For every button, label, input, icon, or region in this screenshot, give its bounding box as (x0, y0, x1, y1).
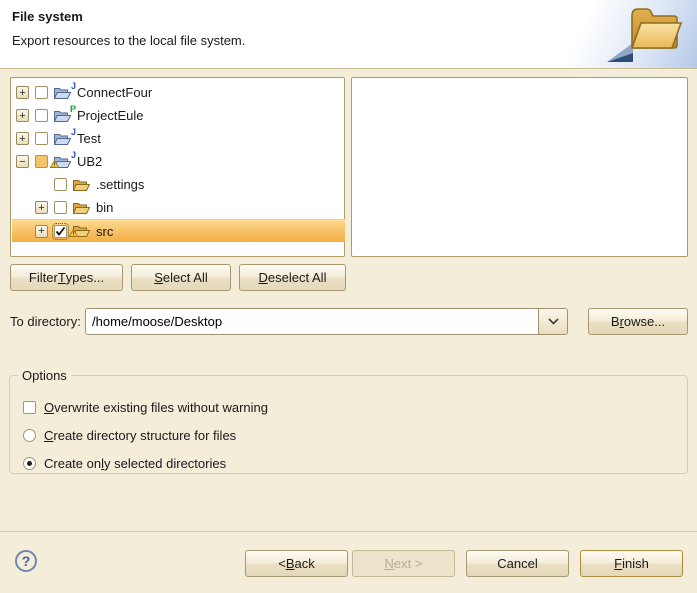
deselect-all-button[interactable]: Deselect All (239, 264, 346, 291)
tree-item-bin[interactable]: + bin (12, 196, 345, 219)
selection-button-row: Filter Types... Select All Deselect All (10, 264, 346, 291)
footer-divider (0, 531, 697, 532)
file-list-panel[interactable] (351, 77, 688, 257)
project-folder-icon: J (54, 132, 71, 146)
resource-tree[interactable]: +JConnectFour+PProjectEule+JTest−JUB2+.s… (10, 77, 345, 257)
directory-combo (85, 308, 568, 335)
folder-icon (73, 201, 90, 215)
tree-item-label: bin (96, 200, 113, 215)
checkbox-icon[interactable] (23, 401, 36, 414)
tree-item-ub2[interactable]: −JUB2 (12, 150, 345, 173)
back-button[interactable]: < Back (245, 550, 348, 577)
project-badge-icon: J (71, 81, 76, 91)
project-badge-icon: J (71, 150, 76, 160)
overwrite-checkbox[interactable]: Overwrite existing files without warning (23, 397, 268, 417)
tree-item-checkbox[interactable] (35, 86, 48, 99)
directory-input[interactable] (86, 309, 538, 334)
wizard-header: File system Export resources to the loca… (0, 0, 697, 69)
options-group: Options Overwrite existing files without… (9, 368, 688, 474)
project-folder-icon: P (54, 109, 71, 123)
tree-item-checkbox[interactable] (54, 225, 67, 238)
project-badge-icon: P (70, 104, 76, 114)
open-folder-icon (622, 4, 684, 52)
browse-button[interactable]: Browse... (588, 308, 688, 335)
radio-icon[interactable] (23, 429, 36, 442)
finish-button[interactable]: Finish (580, 550, 683, 577)
tree-item-label: .settings (96, 177, 144, 192)
expand-icon[interactable]: + (16, 109, 29, 122)
combo-dropdown-button[interactable] (538, 309, 567, 334)
expand-icon[interactable]: + (16, 86, 29, 99)
tree-item-checkbox[interactable] (54, 201, 67, 214)
create-selected-radio[interactable]: Create only selected directories (23, 453, 226, 473)
page-title: File system (12, 9, 83, 24)
tree-item-label: UB2 (77, 154, 102, 169)
tree-item-label: Test (77, 131, 101, 146)
filter-types-button[interactable]: Filter Types... (10, 264, 123, 291)
tree-item-label: ProjectEule (77, 108, 143, 123)
tree-item-projecteule[interactable]: +PProjectEule (12, 104, 345, 127)
tree-item-checkbox[interactable] (35, 109, 48, 122)
create-structure-radio[interactable]: Create directory structure for files (23, 425, 236, 445)
warning-icon (69, 225, 78, 240)
project-badge-icon: J (71, 127, 76, 137)
project-folder-icon: J (54, 86, 71, 100)
tree-item-src[interactable]: + src (12, 219, 345, 242)
wizard-button-bar: < BackNext > Cancel Finish (245, 550, 683, 577)
expand-icon[interactable]: + (35, 201, 48, 214)
radio-icon[interactable] (23, 457, 36, 470)
folder-icon (73, 178, 90, 192)
tree-item-label: src (96, 224, 113, 239)
tree-item-connectfour[interactable]: +JConnectFour (12, 81, 345, 104)
chevron-down-icon (548, 318, 559, 325)
tree-item-test[interactable]: +JTest (12, 127, 345, 150)
tree-item-checkbox[interactable] (35, 155, 48, 168)
select-all-button[interactable]: Select All (131, 264, 231, 291)
next-button[interactable]: Next > (352, 550, 455, 577)
to-directory-label: To directory: (10, 314, 81, 329)
folder-icon (73, 224, 90, 238)
page-description: Export resources to the local file syste… (12, 33, 245, 48)
tree-item-checkbox[interactable] (54, 178, 67, 191)
tree-item-label: ConnectFour (77, 85, 152, 100)
collapse-icon[interactable]: − (16, 155, 29, 168)
tree-item-settings[interactable]: +.settings (12, 173, 345, 196)
options-group-title: Options (18, 368, 71, 383)
help-button[interactable]: ? (15, 550, 37, 572)
option-label: Create directory structure for files (44, 428, 236, 443)
warning-icon (50, 156, 59, 171)
expand-icon[interactable]: + (35, 225, 48, 238)
cancel-button[interactable]: Cancel (466, 550, 569, 577)
tree-item-checkbox[interactable] (35, 132, 48, 145)
expand-icon[interactable]: + (16, 132, 29, 145)
option-label: Create only selected directories (44, 456, 226, 471)
project-folder-icon: J (54, 155, 71, 169)
option-label: Overwrite existing files without warning (44, 400, 268, 415)
